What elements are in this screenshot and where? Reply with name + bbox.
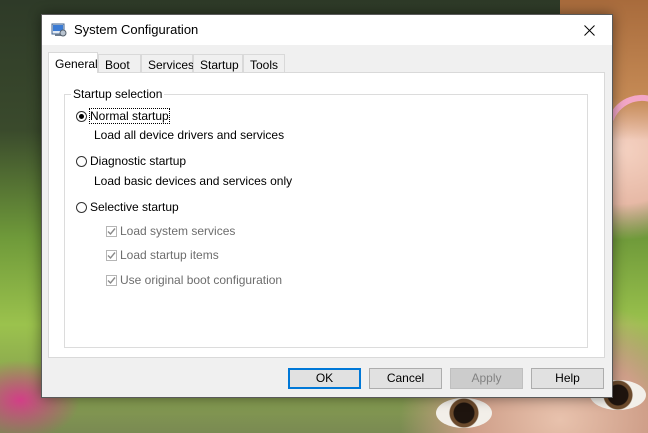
load-system-services-label: Load system services: [120, 224, 236, 238]
ok-button[interactable]: OK: [288, 368, 361, 389]
apply-button[interactable]: Apply: [450, 368, 523, 389]
tab-general[interactable]: General: [48, 52, 98, 73]
normal-startup-label: Normal startup: [89, 108, 170, 124]
selective-startup-label: Selective startup: [90, 200, 179, 214]
load-system-services-checkbox[interactable]: Load system services: [106, 224, 235, 238]
normal-startup-radio[interactable]: Normal startup: [76, 108, 170, 124]
checkmark-icon: [106, 274, 117, 286]
tab-tools[interactable]: Tools: [243, 54, 285, 72]
general-tab-panel: Startup selection Normal startup Load al…: [48, 72, 605, 358]
use-original-boot-config-label: Use original boot configuration: [120, 273, 283, 287]
cancel-button[interactable]: Cancel: [369, 368, 442, 389]
window-title: System Configuration: [74, 22, 199, 37]
diagnostic-startup-label: Diagnostic startup: [90, 154, 187, 168]
checkmark-icon: [106, 249, 117, 261]
help-button[interactable]: Help: [531, 368, 604, 389]
radio-unchecked-icon: [76, 201, 87, 213]
tab-services[interactable]: Services: [141, 54, 194, 72]
normal-startup-description: Load all device drivers and services: [94, 128, 285, 142]
msconfig-icon: [51, 23, 67, 37]
diagnostic-startup-radio[interactable]: Diagnostic startup: [76, 154, 186, 168]
startup-selection-legend: Startup selection: [71, 87, 165, 101]
load-startup-items-checkbox[interactable]: Load startup items: [106, 248, 219, 262]
radio-checked-icon: [76, 110, 87, 122]
diagnostic-startup-description: Load basic devices and services only: [94, 174, 293, 188]
tab-boot[interactable]: Boot: [98, 54, 141, 72]
startup-selection-group: Startup selection Normal startup Load al…: [64, 87, 588, 348]
background-eye-left: [436, 398, 492, 428]
checkmark-icon: [106, 225, 117, 237]
selective-startup-radio[interactable]: Selective startup: [76, 200, 179, 214]
close-button[interactable]: [567, 15, 612, 45]
load-startup-items-label: Load startup items: [120, 248, 219, 262]
radio-unchecked-icon: [76, 155, 87, 167]
title-bar[interactable]: System Configuration: [42, 15, 612, 45]
close-icon: [584, 24, 595, 36]
system-configuration-dialog: System Configuration General Boot Servic…: [41, 14, 613, 398]
tab-startup[interactable]: Startup: [193, 54, 243, 72]
use-original-boot-config-checkbox[interactable]: Use original boot configuration: [106, 273, 282, 287]
